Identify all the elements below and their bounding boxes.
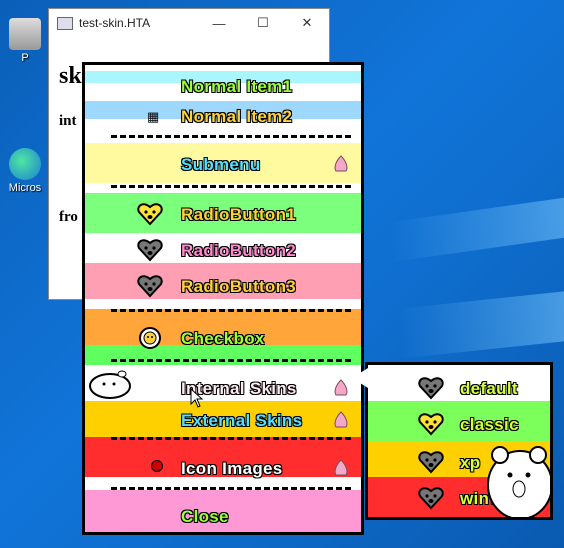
- menu-item-label: RadioButton2: [180, 241, 297, 261]
- window-titlebar[interactable]: test-skin.HTA — ☐ ✕: [49, 9, 329, 37]
- body-line: fro: [59, 209, 78, 225]
- menu-separator: [111, 487, 351, 490]
- close-button[interactable]: ✕: [285, 15, 329, 31]
- menu-item-external-skins[interactable]: External Skins: [85, 405, 361, 435]
- menu-separator: [111, 185, 351, 188]
- submenu-arrow-icon: [334, 155, 348, 172]
- heart-face-gray-icon: [137, 239, 163, 262]
- flower-face-icon: [139, 327, 161, 349]
- menu-item-normal-item1[interactable]: Normal Item1: [85, 71, 361, 101]
- menu-item-label: Normal Item2: [180, 107, 293, 127]
- heart-face-gray-icon: [418, 487, 444, 510]
- menu-item-label: Checkbox: [181, 329, 265, 349]
- minimize-button[interactable]: —: [197, 16, 241, 31]
- submenu-item-label: default: [460, 379, 519, 399]
- desktop-icon-recycle[interactable]: P: [2, 18, 48, 64]
- skins-submenu: default classic xp win7: [365, 362, 553, 520]
- submenu-arrow-icon: [334, 379, 348, 396]
- small-red-icon: [151, 460, 163, 472]
- mouse-cursor-icon: [190, 388, 204, 408]
- windows-logo-icon: ▦: [147, 109, 160, 124]
- maximize-button[interactable]: ☐: [241, 15, 285, 31]
- menu-item-label: Close: [181, 507, 229, 527]
- menu-item-radiobutton2[interactable]: RadioButton2: [85, 235, 361, 265]
- window-title: test-skin.HTA: [79, 16, 151, 30]
- desktop-icon-edge[interactable]: Micros: [2, 148, 48, 194]
- submenu-item-label: xp: [459, 453, 481, 473]
- menu-separator: [111, 135, 351, 138]
- heart-face-yellow-icon: [137, 203, 163, 226]
- menu-item-label: External Skins: [180, 411, 303, 431]
- heart-face-gray-icon: [137, 275, 163, 298]
- bear-mascot-icon: [487, 446, 550, 517]
- body-line: int: [59, 113, 77, 129]
- recycle-bin-icon: [9, 18, 41, 50]
- menu-item-radiobutton1[interactable]: RadioButton1: [85, 199, 361, 229]
- menu-item-label: Submenu: [181, 155, 261, 175]
- menu-separator: [111, 359, 351, 362]
- menu-item-close[interactable]: Close: [85, 501, 361, 531]
- menu-item-label: RadioButton1: [180, 205, 297, 225]
- heart-face-gray-icon: [418, 377, 444, 400]
- mascot-icon: [89, 370, 131, 399]
- menu-item-label: RadioButton3: [180, 277, 297, 297]
- submenu-pointer: [352, 368, 368, 388]
- body-heading: sk: [59, 63, 82, 89]
- menu-item-label: Icon Images: [181, 459, 283, 479]
- app-icon: [57, 16, 73, 30]
- submenu-item-label: classic: [460, 415, 520, 435]
- menu-item-label: Normal Item1: [180, 77, 293, 97]
- menu-separator: [111, 309, 351, 312]
- desktop-icon-label: P: [21, 52, 29, 64]
- desktop-icon-label: Micros: [8, 182, 42, 194]
- edge-browser-icon: [9, 148, 41, 180]
- menu-item-icon-images[interactable]: Icon Images: [85, 453, 361, 483]
- heart-face-gray-icon: [418, 451, 444, 474]
- menu-item-checkbox[interactable]: Checkbox: [85, 323, 361, 353]
- submenu-item-default[interactable]: default: [368, 373, 550, 403]
- heart-face-yellow-icon: [418, 413, 444, 436]
- menu-item-submenu[interactable]: Submenu: [85, 149, 361, 179]
- menu-separator: [111, 437, 351, 440]
- menu-item-normal-item2[interactable]: ▦ Normal Item2: [85, 101, 361, 131]
- submenu-arrow-icon: [334, 459, 348, 476]
- submenu-arrow-icon: [334, 411, 348, 428]
- context-menu: Normal Item1 ▦ Normal Item2 Submenu Radi…: [82, 62, 364, 535]
- menu-item-radiobutton3[interactable]: RadioButton3: [85, 271, 361, 301]
